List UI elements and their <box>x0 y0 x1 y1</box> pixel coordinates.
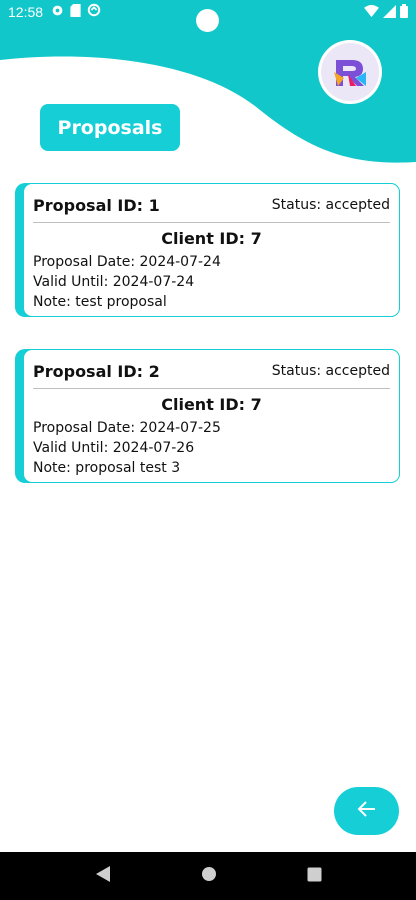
proposal-card[interactable]: Proposal ID: 1 Status: accepted Client I… <box>15 183 400 317</box>
system-nav-bar <box>0 852 416 900</box>
gear-icon <box>51 4 64 21</box>
proposal-id: Proposal ID: 2 <box>33 361 160 381</box>
client-id: Client ID: 7 <box>161 395 262 414</box>
back-triangle-icon[interactable] <box>95 865 111 887</box>
status-time: 12:58 <box>8 4 44 20</box>
sync-icon <box>87 3 101 21</box>
camera-cutout <box>196 9 219 32</box>
proposal-status: Status: accepted <box>271 197 390 213</box>
proposal-date: Proposal Date: 2024-07-24 <box>33 254 221 270</box>
valid-until: Valid Until: 2024-07-26 <box>33 440 195 456</box>
proposal-id: Proposal ID: 1 <box>33 195 160 215</box>
home-circle-icon[interactable] <box>201 866 217 886</box>
recents-square-icon[interactable] <box>307 867 322 886</box>
back-fab-button[interactable] <box>334 787 399 835</box>
proposal-date: Proposal Date: 2024-07-25 <box>33 420 221 436</box>
battery-icon <box>400 4 408 22</box>
signal-icon <box>383 4 396 22</box>
proposal-status: Status: accepted <box>271 363 390 379</box>
card-divider <box>33 388 390 389</box>
proposal-note: Note: test proposal <box>33 294 167 310</box>
wifi-icon <box>364 4 379 22</box>
avatar[interactable] <box>318 40 382 104</box>
app-logo-icon <box>321 43 379 101</box>
proposal-card[interactable]: Proposal ID: 2 Status: accepted Client I… <box>15 349 400 483</box>
proposal-note: Note: proposal test 3 <box>33 460 181 476</box>
card-divider <box>33 222 390 223</box>
valid-until: Valid Until: 2024-07-24 <box>33 274 195 290</box>
client-id: Client ID: 7 <box>161 229 262 248</box>
arrow-left-icon <box>357 800 377 822</box>
sd-card-icon <box>70 3 81 21</box>
page-title: Proposals <box>40 104 180 151</box>
